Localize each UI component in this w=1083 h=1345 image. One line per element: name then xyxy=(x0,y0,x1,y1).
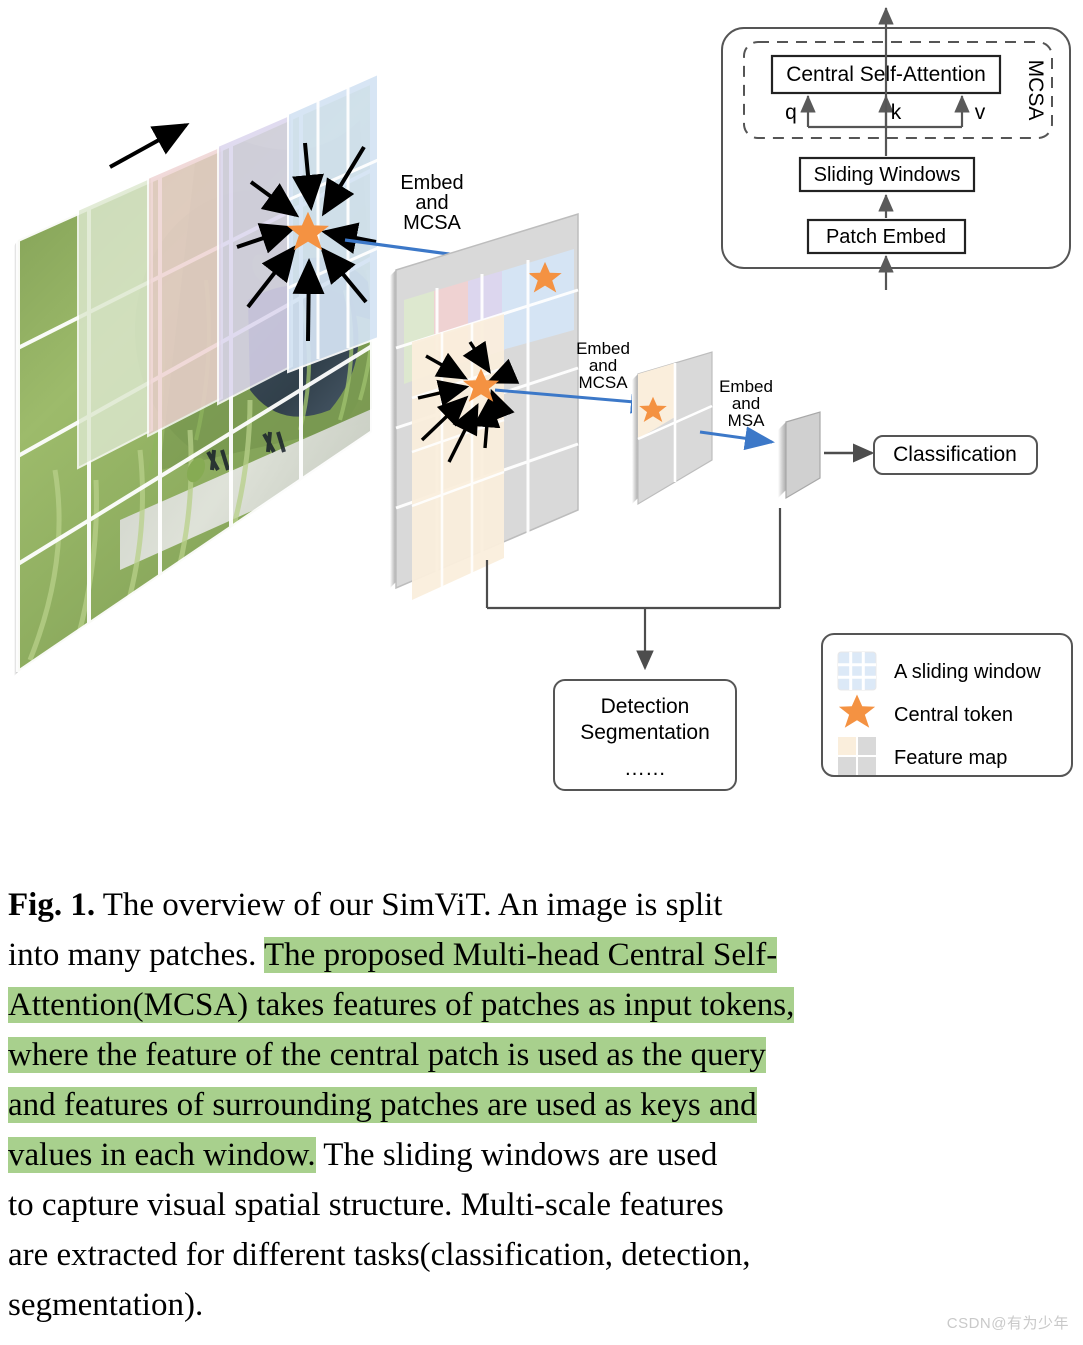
svg-text:and: and xyxy=(415,192,448,214)
caption-line-6: values in each window. The sliding windo… xyxy=(8,1130,1076,1180)
detection-branch-connector xyxy=(485,508,782,671)
figure-panel: Embed and MCSA Embed and MCSA Embed and … xyxy=(0,0,1083,850)
svg-text:MSA: MSA xyxy=(728,411,766,430)
window-overlay-pink xyxy=(147,144,223,438)
caption-line-7: to capture visual spatial structure. Mul… xyxy=(8,1180,1076,1230)
caption-seg: are extracted for different tasks(classi… xyxy=(8,1237,751,1273)
legend-label-feature-map: Feature map xyxy=(894,747,1007,769)
caption-seg-highlighted: where the feature of the central patch i… xyxy=(8,1037,766,1073)
detection-segmentation-box[interactable]: Detection Segmentation …… xyxy=(553,679,737,791)
sliding-direction-arrow xyxy=(109,123,190,169)
segmentation-label: Segmentation xyxy=(580,721,710,744)
svg-text:Embed: Embed xyxy=(400,172,463,194)
v-label: v xyxy=(975,101,986,124)
caption-seg: to capture visual spatial structure. Mul… xyxy=(8,1187,724,1223)
svg-text:MCSA: MCSA xyxy=(578,373,628,392)
k-label: k xyxy=(891,101,902,124)
feature-map-swatch xyxy=(838,737,876,775)
detection-label: Detection xyxy=(601,695,690,718)
csdn-watermark: CSDN@有为少年 xyxy=(946,1315,1069,1332)
legend-label-sliding-window: A sliding window xyxy=(894,661,1041,683)
label-embed-mcsa-2: Embed and MCSA xyxy=(576,339,630,392)
classification-box[interactable]: Classification xyxy=(873,435,1038,475)
caption-seg-highlighted: values in each window. xyxy=(8,1137,316,1173)
caption-line-3: Attention(MCSA) takes features of patche… xyxy=(8,980,1076,1030)
mcsa-architecture-block: MCSA Central Self-Attention q k v Slidin… xyxy=(721,6,1071,290)
window-overlay-blue xyxy=(287,72,379,374)
caption-seg: segmentation). xyxy=(8,1287,204,1323)
window-overlay-green xyxy=(77,175,153,470)
feature-token-stage4 xyxy=(778,411,821,500)
patch-embed-label: Patch Embed xyxy=(826,226,946,248)
q-label: q xyxy=(785,101,797,124)
caption-line-9: segmentation). xyxy=(8,1280,1076,1330)
caption-line-2: into many patches. The proposed Multi-he… xyxy=(8,930,1076,980)
legend-label-central-token: Central token xyxy=(894,704,1013,726)
caption-seg: into many patches. xyxy=(8,937,265,973)
classification-label: Classification xyxy=(893,443,1017,466)
caption-seg: The overview of our SimViT. An image is … xyxy=(95,887,723,923)
caption-seg-highlighted: Attention(MCSA) takes features of patche… xyxy=(8,987,795,1023)
legend-box: A sliding window Central token Feature m… xyxy=(821,633,1073,777)
figure-caption: Fig. 1. The overview of our SimViT. An i… xyxy=(8,880,1076,1330)
feature-map-stage2 xyxy=(390,212,579,600)
label-embed-msa: Embed and MSA xyxy=(719,377,773,430)
window-overlay-purple xyxy=(217,112,293,406)
caption-line-1: Fig. 1. The overview of our SimViT. An i… xyxy=(8,880,1076,930)
feature-map-stage3 xyxy=(632,351,713,506)
svg-text:MCSA: MCSA xyxy=(403,212,461,234)
sliding-window-swatch xyxy=(837,651,877,691)
sliding-windows-label: Sliding Windows xyxy=(814,164,961,186)
caption-seg-highlighted: The proposed Multi-head Central Self- xyxy=(264,937,778,973)
mcsa-group-label: MCSA xyxy=(1024,60,1047,121)
caption-line-8: are extracted for different tasks(classi… xyxy=(8,1230,1076,1280)
caption-seg-highlighted: and features of surrounding patches are … xyxy=(8,1087,757,1123)
caption-seg: The sliding windows are used xyxy=(315,1137,718,1173)
label-embed-mcsa-1: Embed and MCSA xyxy=(400,172,463,234)
caption-line-4: where the feature of the central patch i… xyxy=(8,1030,1076,1080)
fig-label: Fig. 1. xyxy=(8,887,96,923)
ellipsis-label: …… xyxy=(624,757,666,780)
caption-line-5: and features of surrounding patches are … xyxy=(8,1080,1076,1130)
